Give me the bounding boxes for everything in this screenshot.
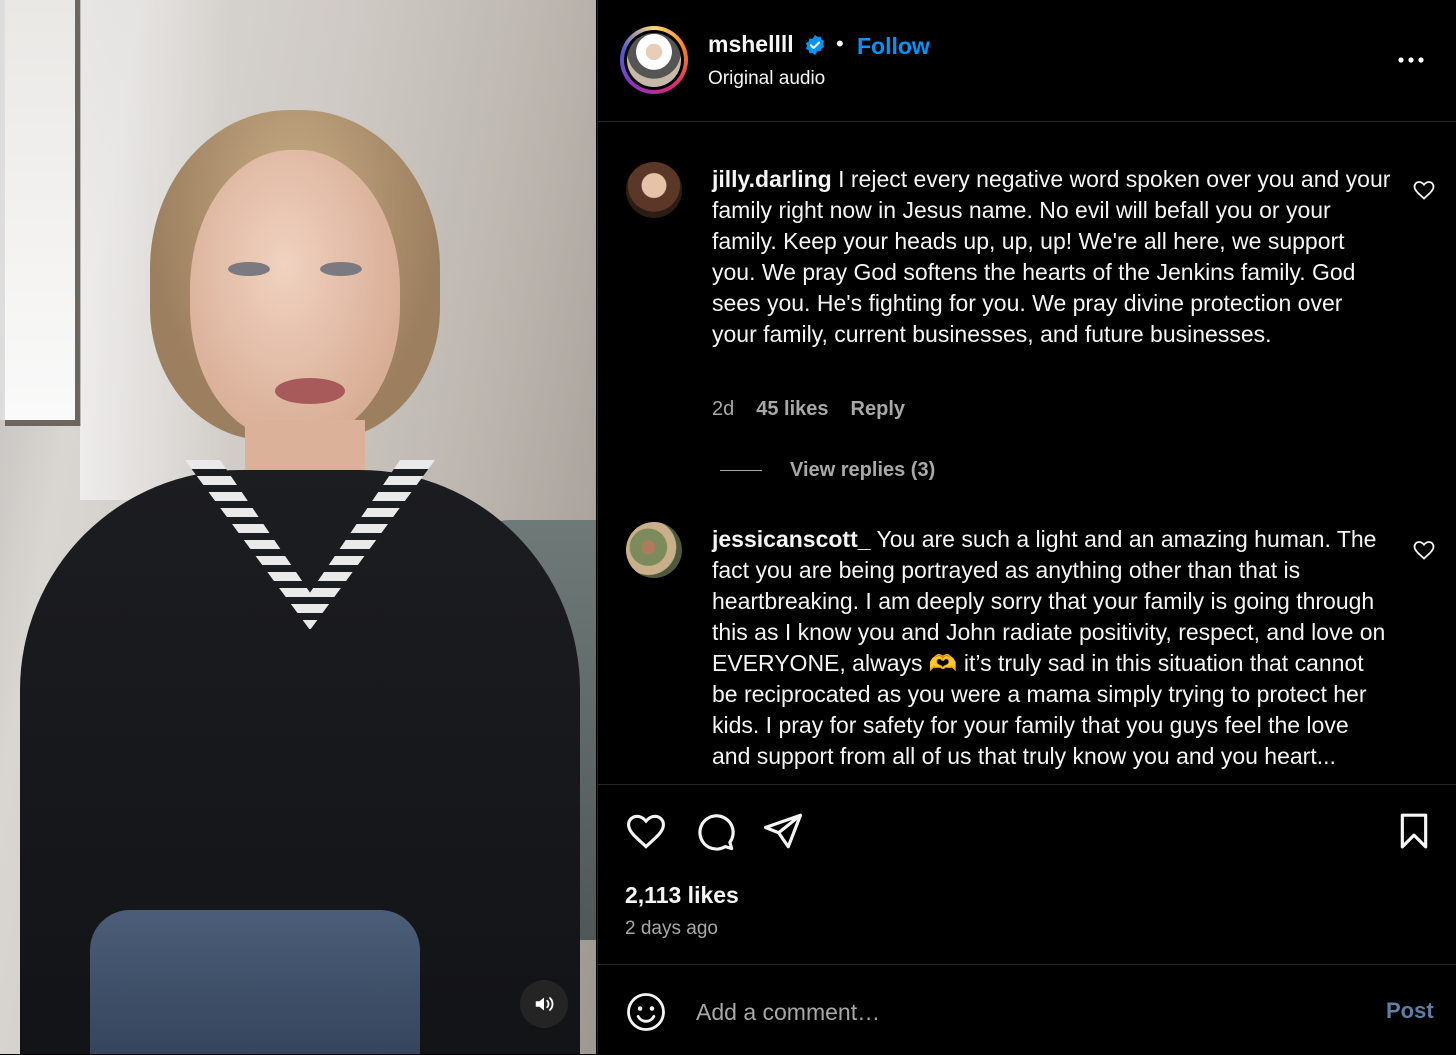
video-background-frame <box>5 0 81 426</box>
video-person-mouth <box>275 378 345 404</box>
audio-label[interactable]: Original audio <box>708 68 825 90</box>
comment-reply-button[interactable]: Reply <box>851 398 905 421</box>
view-replies-button[interactable]: View replies (3) <box>720 459 935 482</box>
comment-text: You are such a light and an amazing huma… <box>712 526 1386 769</box>
add-comment-bar: Post <box>598 964 1456 1055</box>
comment-like-heart-icon[interactable] <box>1412 538 1436 562</box>
comment-likes[interactable]: 45 likes <box>756 398 828 421</box>
view-replies-label: View replies (3) <box>790 459 936 481</box>
video-person-eye-left <box>228 262 270 276</box>
author-avatar-image <box>627 33 681 87</box>
author-avatar[interactable] <box>620 26 688 94</box>
comment-body: jilly.darling I reject every negative wo… <box>712 164 1392 350</box>
post-timestamp: 2 days ago <box>625 918 718 939</box>
volume-icon <box>535 997 554 1011</box>
verified-badge-icon <box>805 34 825 56</box>
post-likes-count[interactable]: 2,113 likes <box>625 882 739 909</box>
commenter-avatar[interactable] <box>626 162 682 218</box>
emoji-icon[interactable] <box>625 991 667 1033</box>
post-actions: 2,113 likes 2 days ago <box>598 784 1456 965</box>
follow-button[interactable]: Follow <box>857 33 930 60</box>
comment-age: 2d <box>712 398 735 420</box>
comment-like-heart-icon[interactable] <box>1412 178 1436 202</box>
video-person-jeans <box>90 910 420 1054</box>
reel-video[interactable] <box>0 0 596 1054</box>
share-icon[interactable] <box>762 809 804 853</box>
commenter-avatar[interactable] <box>626 522 682 578</box>
comments-list[interactable]: jilly.darling I reject every negative wo… <box>598 122 1456 783</box>
volume-button[interactable] <box>520 980 568 1028</box>
comment-input[interactable] <box>694 993 1338 1031</box>
commenter-username[interactable]: jessicanscott_ <box>712 526 871 552</box>
comment-icon[interactable] <box>694 809 736 853</box>
header-separator: • <box>836 31 844 56</box>
bookmark-icon[interactable] <box>1394 809 1434 853</box>
more-icon[interactable] <box>1395 44 1427 76</box>
heart-icon[interactable] <box>624 809 668 853</box>
comment-text: I reject every negative word spoken over… <box>712 166 1391 347</box>
post-side-panel: mshellll • Follow Original audio jilly.d… <box>597 0 1456 1054</box>
post-header: mshellll • Follow Original audio <box>598 0 1456 122</box>
commenter-username[interactable]: jilly.darling <box>712 166 832 192</box>
view-replies-line <box>720 470 762 471</box>
post-comment-button[interactable]: Post <box>1386 998 1434 1024</box>
comment-body: jessicanscott_ You are such a light and … <box>712 524 1392 772</box>
author-username[interactable]: mshellll <box>708 31 794 58</box>
video-person-eye-right <box>320 262 362 276</box>
comment-meta: 2d 45 likes Reply <box>712 398 905 421</box>
